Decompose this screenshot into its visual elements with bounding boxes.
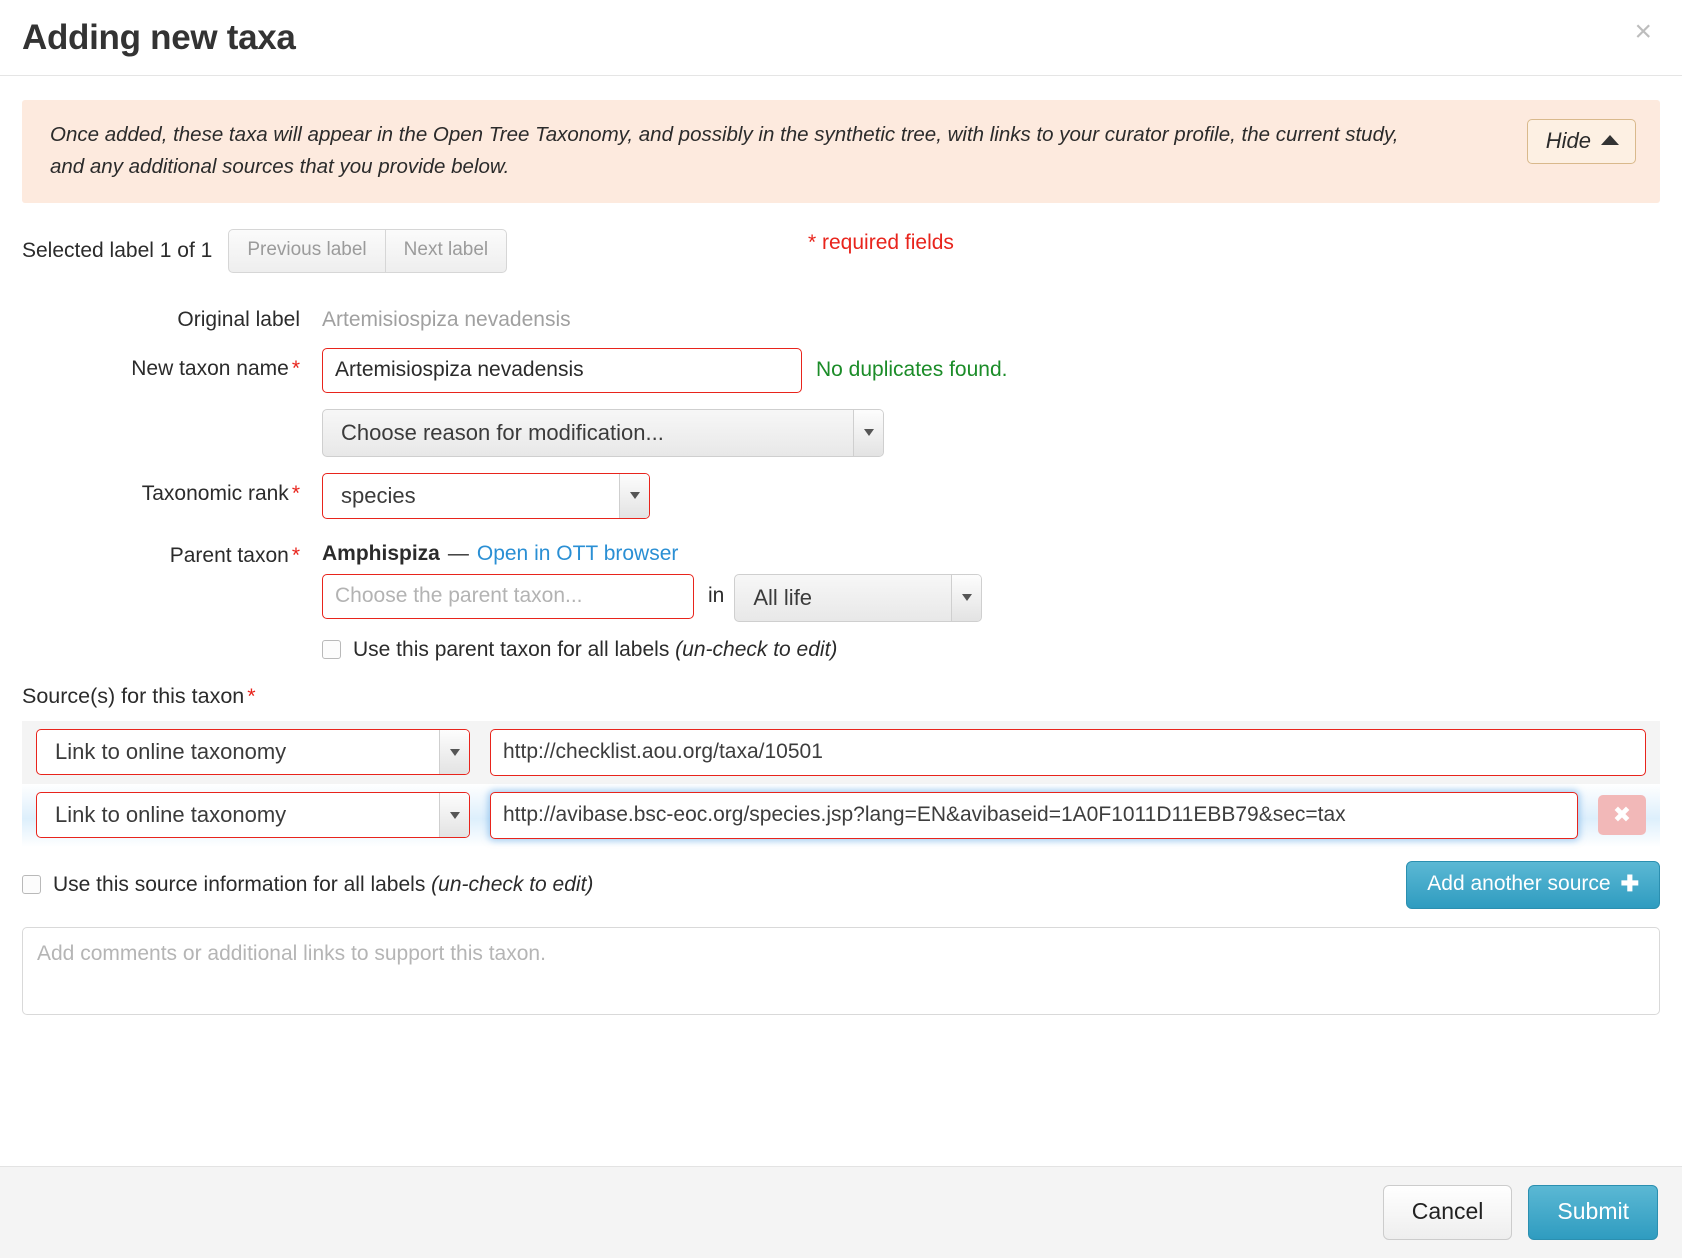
modal-body: Once added, these taxa will appear in th… — [0, 76, 1682, 1166]
reason-select-wrapper: Choose reason for modification... — [322, 408, 884, 457]
parent-taxon-input-spacer — [22, 574, 322, 583]
open-in-ott-browser-link[interactable]: Open in OTT browser — [477, 535, 679, 566]
source-url-input[interactable] — [490, 728, 1646, 776]
reason-for-modification-select[interactable]: Choose reason for modification... — [322, 408, 884, 457]
source-type-select-wrapper: Link to online taxonomy — [36, 729, 470, 776]
use-source-for-all-label: Use this source information for all labe… — [53, 873, 593, 897]
required-asterisk: * — [247, 683, 256, 708]
chevron-up-icon — [1601, 135, 1619, 145]
source-type-select[interactable]: Link to online taxonomy — [36, 729, 470, 776]
sources-heading-text: Source(s) for this taxon — [22, 683, 245, 708]
source-type-select-wrapper: Link to online taxonomy — [36, 792, 470, 839]
parent-taxon-title: Parent taxon * — [22, 535, 322, 568]
use-parent-for-all-row: Use this parent taxon for all labels (un… — [22, 632, 1660, 662]
original-label-title: Original label — [177, 307, 300, 331]
taxonomic-rank-row: Taxonomic rank * species — [22, 472, 1660, 519]
selected-label-counter: Selected label 1 of 1 — [22, 238, 213, 262]
label-navigation: Selected label 1 of 1 Previous label Nex… — [22, 228, 1660, 273]
taxonomic-rank-select-wrapper: species — [322, 472, 650, 519]
reason-row: Choose reason for modification... — [22, 408, 1660, 457]
sources-footer: Use this source information for all labe… — [22, 860, 1660, 909]
taxonomy-scope-select[interactable]: All life — [734, 573, 983, 622]
required-asterisk: * — [291, 543, 300, 567]
adding-new-taxa-modal: Adding new taxa × Once added, these taxa… — [0, 0, 1682, 1258]
use-source-checkbox-group[interactable]: Use this source information for all labe… — [22, 873, 593, 897]
cancel-button[interactable]: Cancel — [1382, 1185, 1513, 1240]
new-taxon-name-input[interactable] — [322, 347, 802, 393]
modal-header: Adding new taxa × — [0, 0, 1682, 76]
source-type-select[interactable]: Link to online taxonomy — [36, 792, 470, 839]
new-taxon-name-text: New taxon name — [131, 356, 289, 380]
parent-taxon-separator: — — [447, 541, 469, 565]
use-parent-for-all-label: Use this parent taxon for all labels (un… — [353, 638, 837, 662]
duplicates-message: No duplicates found. — [816, 357, 1008, 381]
parent-taxon-row: Parent taxon * Amphispiza — Open in OTT b… — [22, 535, 1660, 568]
use-parent-prefix: Use this parent taxon for all labels — [353, 637, 676, 661]
info-banner-text: Once added, these taxa will appear in th… — [50, 123, 1399, 179]
modal-footer: Cancel Submit — [0, 1166, 1682, 1258]
use-source-hint: (un-check to edit) — [431, 872, 594, 896]
in-word-label: in — [708, 583, 725, 607]
original-label-value: Artemisiospiza nevadensis — [322, 307, 571, 331]
delete-source-button[interactable]: ✖ — [1598, 795, 1646, 836]
use-parent-for-all-checkbox[interactable] — [322, 640, 341, 660]
previous-label-button[interactable]: Previous label — [228, 228, 386, 273]
use-parent-hint: (un-check to edit) — [675, 637, 838, 661]
taxonomic-rank-text: Taxonomic rank — [141, 481, 289, 505]
label-nav-button-group: Previous label Next label — [228, 228, 508, 273]
close-icon[interactable]: × — [1628, 16, 1658, 48]
comments-textarea[interactable] — [22, 926, 1660, 1015]
hide-button[interactable]: Hide — [1526, 119, 1636, 164]
use-parent-spacer — [22, 632, 322, 641]
source-row: Link to online taxonomy — [22, 720, 1660, 784]
page-title: Adding new taxa — [22, 18, 296, 57]
submit-button[interactable]: Submit — [1528, 1185, 1658, 1240]
hide-button-label: Hide — [1545, 128, 1591, 153]
new-taxon-name-row: New taxon name* No duplicates found. — [22, 347, 1660, 393]
required-asterisk: * — [291, 356, 300, 380]
required-fields-note: * required fields — [808, 230, 954, 254]
use-parent-checkbox-group[interactable]: Use this parent taxon for all labels (un… — [322, 632, 837, 662]
source-url-input[interactable] — [490, 791, 1578, 839]
use-source-for-all-checkbox[interactable] — [22, 875, 41, 895]
sources-heading: Source(s) for this taxon * — [22, 684, 1660, 709]
add-another-source-label: Add another source — [1427, 872, 1611, 896]
taxonomic-rank-title: Taxonomic rank * — [22, 473, 322, 506]
parent-taxon-input-row: in All life — [22, 573, 1660, 622]
reason-spacer — [22, 409, 322, 418]
use-source-prefix: Use this source information for all labe… — [53, 872, 432, 896]
original-label-row: Original label Artemisiospiza nevadensis — [22, 299, 1660, 332]
taxonomic-rank-select[interactable]: species — [322, 472, 650, 519]
add-another-source-button[interactable]: Add another source ✚ — [1406, 860, 1660, 909]
new-taxon-name-title: New taxon name * — [22, 348, 322, 381]
required-asterisk: * — [291, 481, 300, 505]
scope-select-wrapper: All life — [734, 573, 983, 622]
parent-taxon-text: Parent taxon — [169, 543, 289, 567]
plus-icon: ✚ — [1620, 870, 1639, 896]
source-row: Link to online taxonomy ✖ — [22, 783, 1660, 847]
parent-taxon-name: Amphispiza — [322, 541, 440, 565]
next-label-button[interactable]: Next label — [385, 228, 508, 273]
info-banner: Once added, these taxa will appear in th… — [22, 100, 1660, 203]
parent-taxon-input[interactable] — [322, 573, 694, 619]
